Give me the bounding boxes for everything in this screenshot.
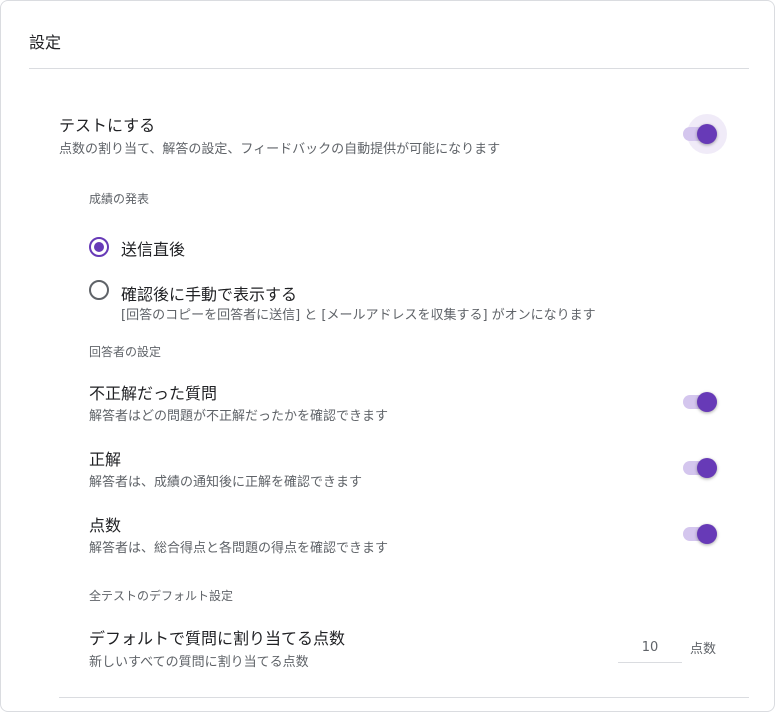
quiz-mode-description: 点数の割り当て、解答の設定、フィードバックの自動提供が可能になります [59, 142, 501, 157]
default-points-description: 新しいすべての質問に割り当てる点数 [89, 655, 309, 670]
point-values-toggle[interactable] [681, 522, 721, 546]
release-immediately-radio[interactable] [89, 237, 109, 257]
missed-questions-description: 解答者はどの問題が不正解だったかを確認できます [89, 409, 389, 424]
correct-answers-title: 正解 [89, 450, 122, 469]
quiz-mode-toggle[interactable] [681, 114, 727, 154]
title-divider [29, 68, 749, 69]
missed-questions-title: 不正解だった質問 [89, 384, 218, 403]
default-points-title: デフォルトで質問に割り当てる点数 [89, 629, 346, 648]
toggle-thumb [697, 458, 717, 478]
release-manually-note: [回答のコピーを回答者に送信] と [メールアドレスを収集する] がオンになりま… [121, 308, 596, 323]
settings-title: 設定 [29, 33, 62, 52]
release-manually-label[interactable]: 確認後に手動で表示する [121, 281, 297, 305]
quiz-mode-title: テストにする [59, 116, 156, 135]
respondent-settings-heading: 回答者の設定 [89, 345, 162, 359]
default-points-input[interactable] [618, 633, 682, 663]
correct-answers-toggle[interactable] [681, 456, 721, 480]
bottom-divider [59, 697, 749, 698]
point-values-description: 解答者は、総合得点と各問題の得点を確認できます [89, 541, 389, 556]
missed-questions-toggle[interactable] [681, 390, 721, 414]
settings-card: 設定 テストにする 点数の割り当て、解答の設定、フィードバックの自動提供が可能に… [0, 0, 775, 712]
release-grade-heading: 成績の発表 [89, 192, 150, 206]
points-unit-label: 点数 [690, 642, 717, 657]
correct-answers-description: 解答者は、成績の通知後に正解を確認できます [89, 475, 363, 490]
quiz-defaults-heading: 全テストのデフォルト設定 [89, 589, 234, 603]
release-manually-radio[interactable] [89, 280, 109, 300]
toggle-thumb [697, 524, 717, 544]
toggle-thumb [697, 392, 717, 412]
release-immediately-label[interactable]: 送信直後 [121, 236, 185, 260]
radio-selected-dot [94, 242, 104, 252]
toggle-thumb [697, 124, 717, 144]
point-values-title: 点数 [89, 516, 122, 535]
